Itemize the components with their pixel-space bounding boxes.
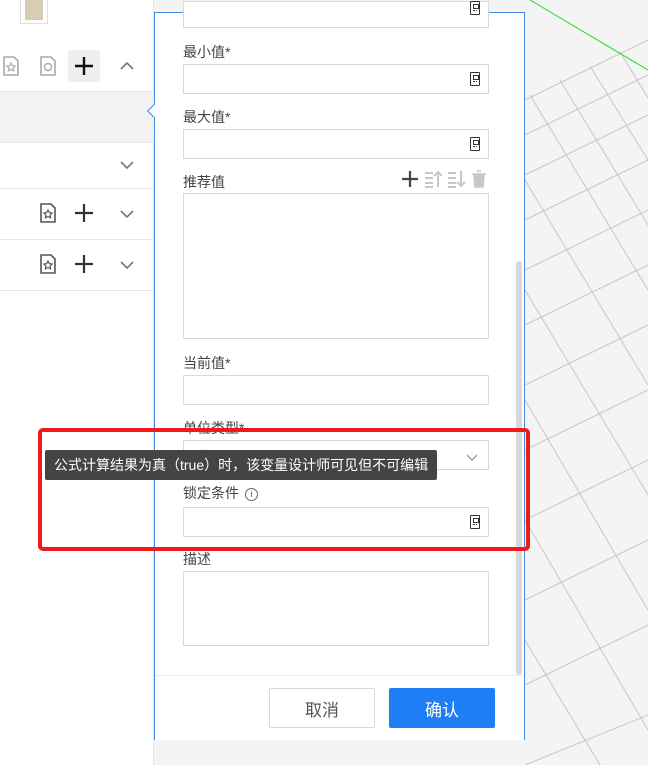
info-icon[interactable]: i [245,487,258,501]
calculator-icon[interactable] [470,515,480,529]
plus-icon[interactable] [73,253,95,275]
lock-condition-label: 锁定条件 i [183,483,258,503]
unit-type-label: 单位类型* [183,420,245,436]
move-up-icon[interactable] [422,168,444,190]
chevron-down-icon[interactable] [116,203,138,225]
min-value-field[interactable] [183,64,489,94]
file-star-icon[interactable] [0,55,22,77]
lock-condition-field[interactable] [183,507,489,537]
recommended-value-label: 推荐值 [183,174,225,190]
current-value-label: 当前值* [183,355,231,371]
move-down-icon[interactable] [445,168,467,190]
file-refresh-icon[interactable] [37,55,59,77]
chevron-down-icon[interactable] [116,154,138,176]
plus-icon[interactable] [399,168,421,190]
calculator-icon[interactable] [470,72,480,86]
panel-row-selected[interactable] [0,92,154,143]
panel-row-1 [0,41,154,92]
recommended-values-list[interactable] [183,193,489,339]
calculator-icon[interactable] [470,137,480,151]
trash-icon[interactable] [468,168,490,190]
max-value-label: 最大值* [183,109,231,125]
current-value-field[interactable] [183,375,489,405]
max-value-field[interactable] [183,129,489,159]
lock-condition-text: 锁定条件 [183,485,239,501]
min-value-label: 最小值* [183,44,231,60]
file-star-icon[interactable] [37,202,59,224]
chevron-down-icon[interactable] [116,254,138,276]
left-panel [0,0,154,765]
calculator-icon[interactable] [470,1,480,15]
panel-row-4 [0,240,154,291]
description-textarea[interactable] [183,571,489,646]
thumbnail-image[interactable] [20,0,48,24]
panel-row-3 [0,189,154,240]
variable-edit-dialog: 最小值* 最大值* 推荐值 当前值* 单位类型* 默认 锁定条件i 描述 取消 … [146,1,525,740]
plus-icon[interactable] [73,202,95,224]
description-label: 描述 [183,551,211,567]
panel-row-2 [0,143,154,189]
chevron-down-icon [466,449,478,465]
dialog-footer: 取消 确认 [155,675,524,740]
default-value-field[interactable] [183,1,489,28]
chevron-up-icon[interactable] [116,55,138,77]
confirm-button[interactable]: 确认 [389,688,495,728]
lock-condition-tooltip: 公式计算结果为真（true）时，该变量设计师可见但不可编辑 [45,450,438,480]
dialog-scrollbar[interactable] [516,261,522,675]
cancel-button[interactable]: 取消 [269,688,375,728]
plus-icon[interactable] [68,50,100,82]
file-star-icon[interactable] [37,253,59,275]
